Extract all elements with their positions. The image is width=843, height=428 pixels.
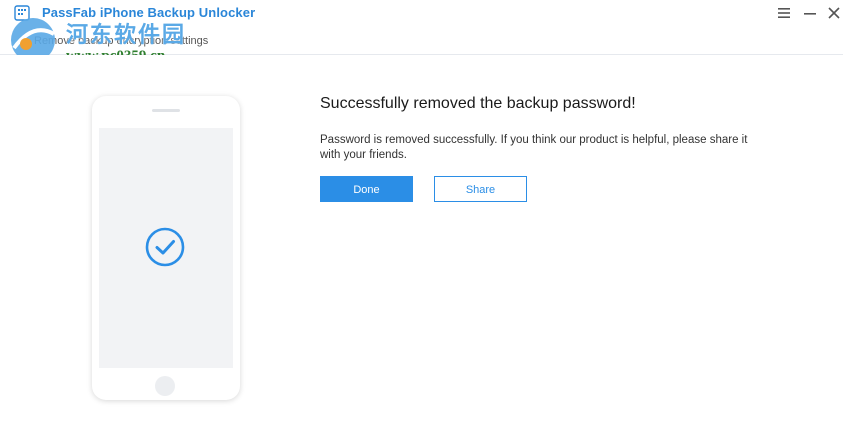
main-content: Successfully removed the backup password… (0, 55, 843, 428)
phone-screen (99, 128, 233, 368)
check-circle-icon (145, 227, 185, 267)
done-button[interactable]: Done (320, 176, 413, 202)
phone-home-button (155, 376, 175, 396)
phone-earpiece (152, 109, 180, 112)
minimize-icon[interactable] (800, 4, 820, 22)
share-button[interactable]: Share (434, 176, 527, 202)
watermark-name: 河东软件园 (66, 22, 187, 47)
success-headline: Successfully removed the backup password… (320, 95, 636, 112)
success-message: Password is removed successfully. If you… (320, 134, 748, 161)
menu-icon[interactable] (774, 4, 794, 22)
phone-illustration (92, 96, 240, 400)
close-icon[interactable] (824, 4, 843, 22)
